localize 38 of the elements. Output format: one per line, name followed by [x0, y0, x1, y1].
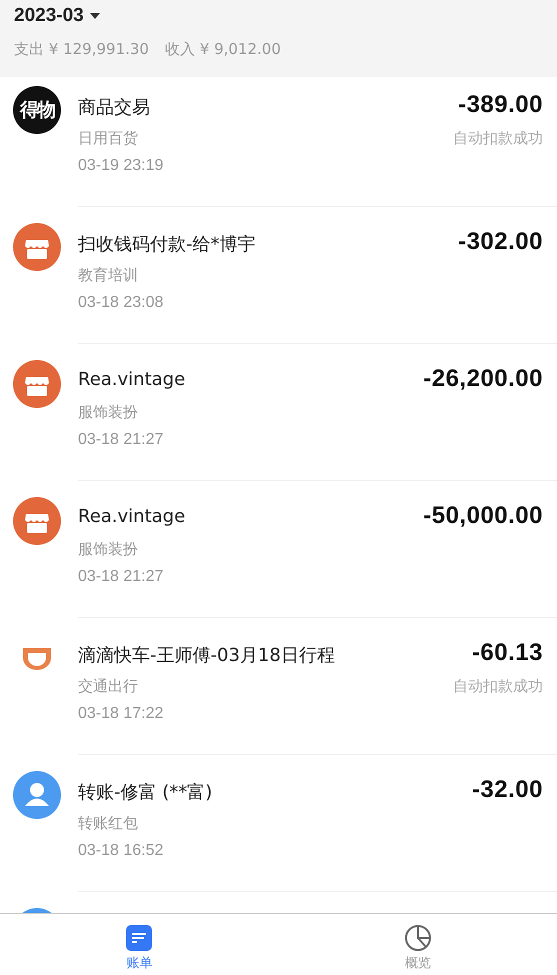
- amount-label: -389.00: [458, 91, 543, 119]
- category-label: 教育培训: [78, 266, 139, 285]
- month-selector[interactable]: 2023-03: [14, 5, 84, 27]
- pie-chart-icon: [404, 924, 432, 952]
- store-icon: [13, 223, 61, 271]
- avatar-icon: [13, 771, 61, 819]
- amount-label: -60.13: [472, 639, 543, 667]
- transaction-title[interactable]: Rea.vintage: [78, 506, 186, 530]
- transaction-time: 03-18 21:27: [78, 568, 164, 586]
- category-label: 服饰装扮: [78, 403, 139, 422]
- transaction-title[interactable]: 扫收钱码付款-给*博宇: [78, 232, 256, 256]
- category-label: 交通出行: [78, 677, 139, 696]
- transaction-time: 03-19 23:19: [78, 157, 164, 175]
- income-total: 收入 ¥ 9,012.00: [164, 40, 281, 59]
- amount-label: -50,000.00: [423, 502, 543, 530]
- transaction-time: 03-18 16:52: [78, 842, 164, 860]
- category-label: 转账红包: [78, 814, 139, 833]
- transaction-time: 03-18 17:22: [78, 705, 164, 723]
- store-icon: [13, 360, 61, 408]
- amount-label: -302.00: [458, 228, 543, 256]
- store-icon: [13, 497, 61, 545]
- logo-icon: 得物: [13, 86, 61, 134]
- transaction-time: 03-18 21:27: [78, 431, 164, 449]
- category-label: 服饰装扮: [78, 540, 139, 559]
- tab[interactable]: 账单: [0, 914, 278, 975]
- transaction-time: 03-18 23:08: [78, 294, 164, 312]
- transaction-title[interactable]: 滴滴快车-王师傅-03月18日行程: [78, 643, 335, 667]
- category-label: 日用百货: [78, 129, 139, 148]
- bill-icon: [125, 924, 154, 952]
- transaction-title[interactable]: 转账-修富 (**富): [78, 780, 212, 804]
- expense-total: 支出 ¥ 129,991.30: [14, 40, 149, 59]
- amount-label: -26,200.00: [423, 365, 543, 393]
- transaction-title[interactable]: Rea.vintage: [78, 369, 186, 393]
- transaction-title[interactable]: 商品交易: [78, 95, 164, 119]
- caret-icon[interactable]: [90, 13, 100, 19]
- status-label: 自动扣款成功: [453, 677, 543, 696]
- status-label: 自动扣款成功: [453, 129, 543, 148]
- amount-label: -32.00: [472, 776, 543, 804]
